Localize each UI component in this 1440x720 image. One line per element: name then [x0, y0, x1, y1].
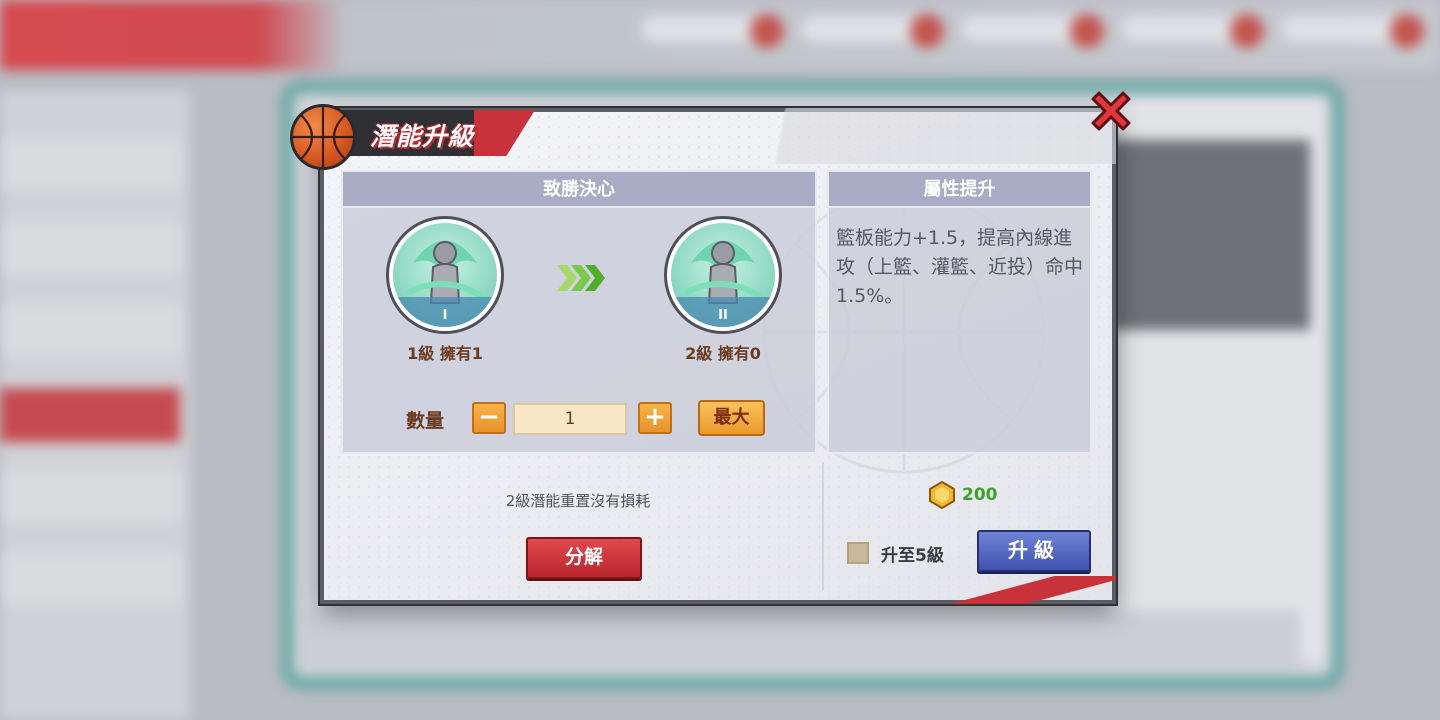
upgrade-to-5-label[interactable]: 升至5級 — [881, 541, 944, 566]
background-dark-block — [1110, 140, 1310, 330]
close-button[interactable] — [1085, 85, 1137, 137]
current-skill-label: 1級 擁有1 — [407, 344, 483, 363]
max-quantity-button[interactable]: 最大 — [698, 400, 765, 436]
decrease-quantity-button[interactable]: − — [472, 402, 506, 434]
basketball-icon — [290, 104, 356, 170]
skill-level-roman: II — [718, 308, 728, 323]
section-divider — [822, 462, 824, 590]
increase-quantity-button[interactable]: + — [638, 402, 672, 434]
background-top-bar — [0, 0, 1440, 70]
next-skill-icon: II — [664, 216, 782, 334]
cost-value: 200 — [962, 485, 998, 505]
reset-note: 2級潛能重置沒有損耗 — [505, 492, 651, 510]
dialog-title-ribbon: 潛能升級 — [290, 104, 540, 170]
next-skill-label: 2級 擁有0 — [685, 344, 761, 363]
quantity-label: 數量 — [406, 410, 445, 432]
attribute-description: 籃板能力+1.5，提高內線進攻（上籃、灌籃、近投）命中1.5%。 — [836, 227, 1084, 307]
attribute-header: 屬性提升 — [829, 172, 1090, 208]
background-sidebar — [0, 90, 190, 720]
quantity-input[interactable] — [513, 403, 627, 435]
upgrade-cost: 200 — [928, 481, 998, 509]
gold-gem-icon — [929, 481, 955, 509]
triple-chevron-right-icon — [557, 265, 605, 291]
skill-level-roman: I — [442, 308, 448, 323]
background-bottom-bar — [300, 610, 1300, 670]
decompose-button[interactable]: 分解 — [526, 537, 642, 579]
attribute-panel: 屬性提升 — [827, 170, 1092, 454]
dialog-title: 潛能升級 — [370, 122, 475, 151]
upgrade-to-5-checkbox[interactable] — [847, 542, 869, 564]
close-x-icon — [1091, 91, 1131, 131]
decorative-stripe — [916, 576, 1116, 604]
current-skill-icon: I — [386, 216, 504, 334]
skill-name-header: 致勝決心 — [343, 172, 815, 208]
upgrade-button[interactable]: 升級 — [977, 530, 1091, 572]
